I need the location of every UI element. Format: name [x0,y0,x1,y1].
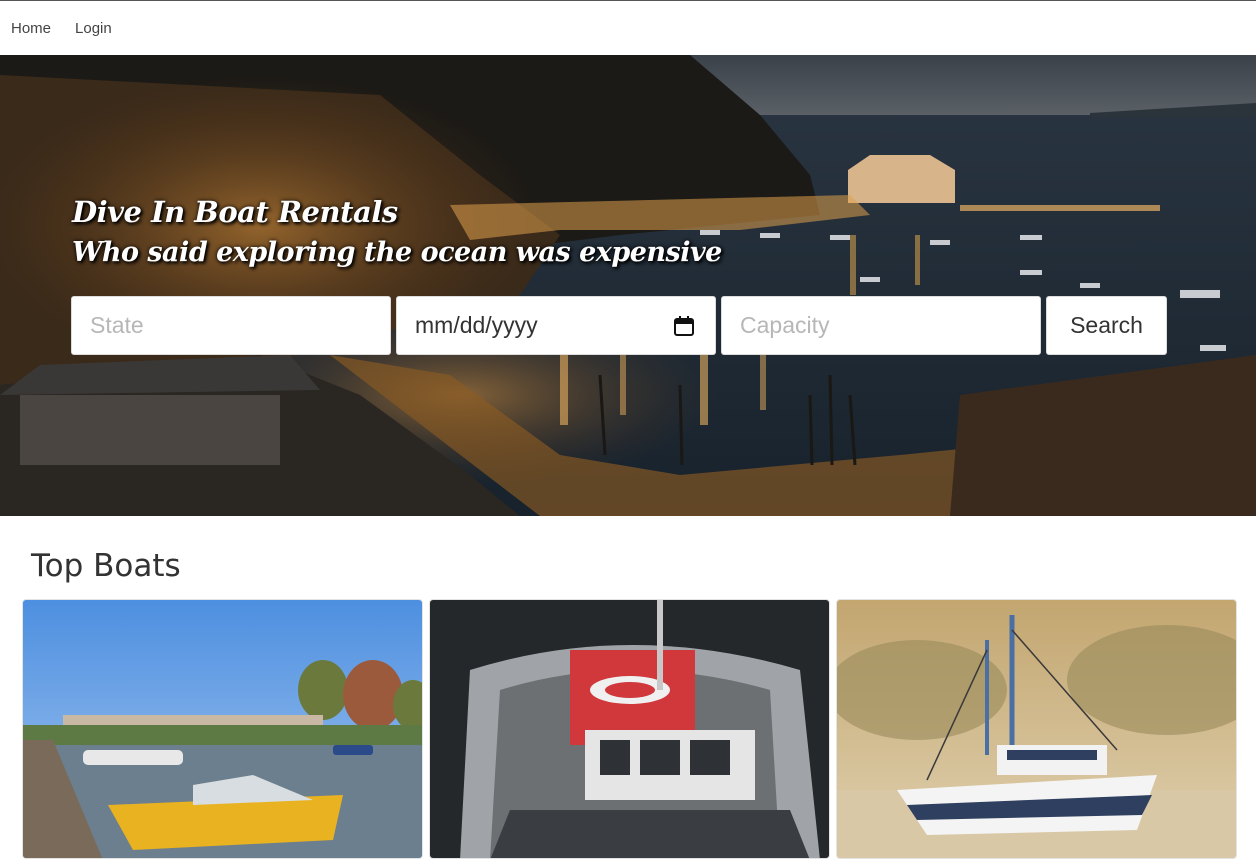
search-form: mm/dd/yyyy Search [71,296,1167,355]
boat-card-1[interactable] [22,599,423,859]
top-navbar: Home Login [0,0,1256,55]
hero-subtitle: Who said exploring the ocean was expensi… [72,237,722,268]
state-input[interactable] [71,296,391,355]
top-boats-list [22,599,1237,859]
date-placeholder: mm/dd/yyyy [415,312,538,338]
hero-banner: Dive In Boat Rentals Who said exploring … [0,55,1256,516]
nav-home-link[interactable]: Home [11,21,51,36]
search-button[interactable]: Search [1046,296,1167,355]
capacity-input[interactable] [721,296,1041,355]
boat-card-2[interactable] [429,599,830,859]
nav-login-link[interactable]: Login [75,21,112,36]
yellow-motorboat-image [23,600,422,858]
red-white-fishing-boat-image [430,600,829,858]
calendar-icon[interactable] [673,315,695,337]
boat-card-3[interactable] [836,599,1237,859]
hero-background-image [0,55,1256,516]
white-fishing-trawler-image [837,600,1236,858]
top-boats-heading: Top Boats [31,548,181,584]
hero-title: Dive In Boat Rentals [72,195,398,229]
date-input[interactable]: mm/dd/yyyy [396,296,716,355]
